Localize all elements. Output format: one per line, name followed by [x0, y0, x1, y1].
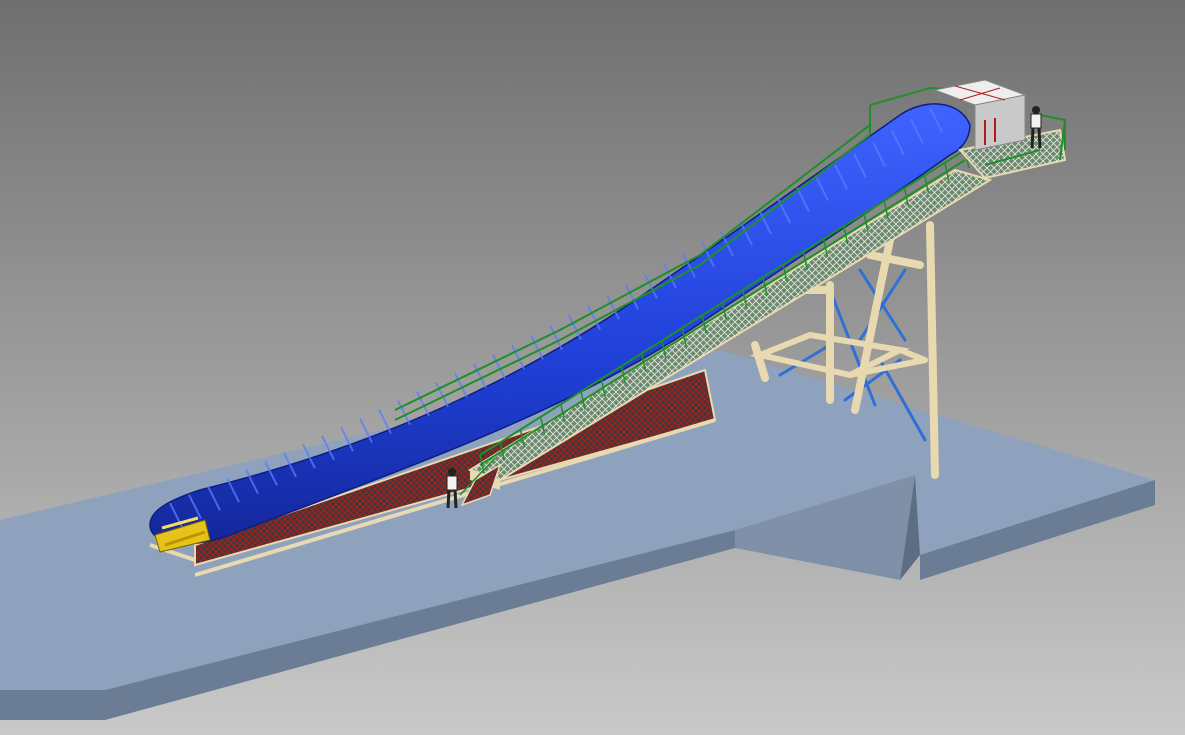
conveyor-cad-scene — [0, 0, 1185, 735]
cad-viewport[interactable] — [0, 0, 1185, 735]
